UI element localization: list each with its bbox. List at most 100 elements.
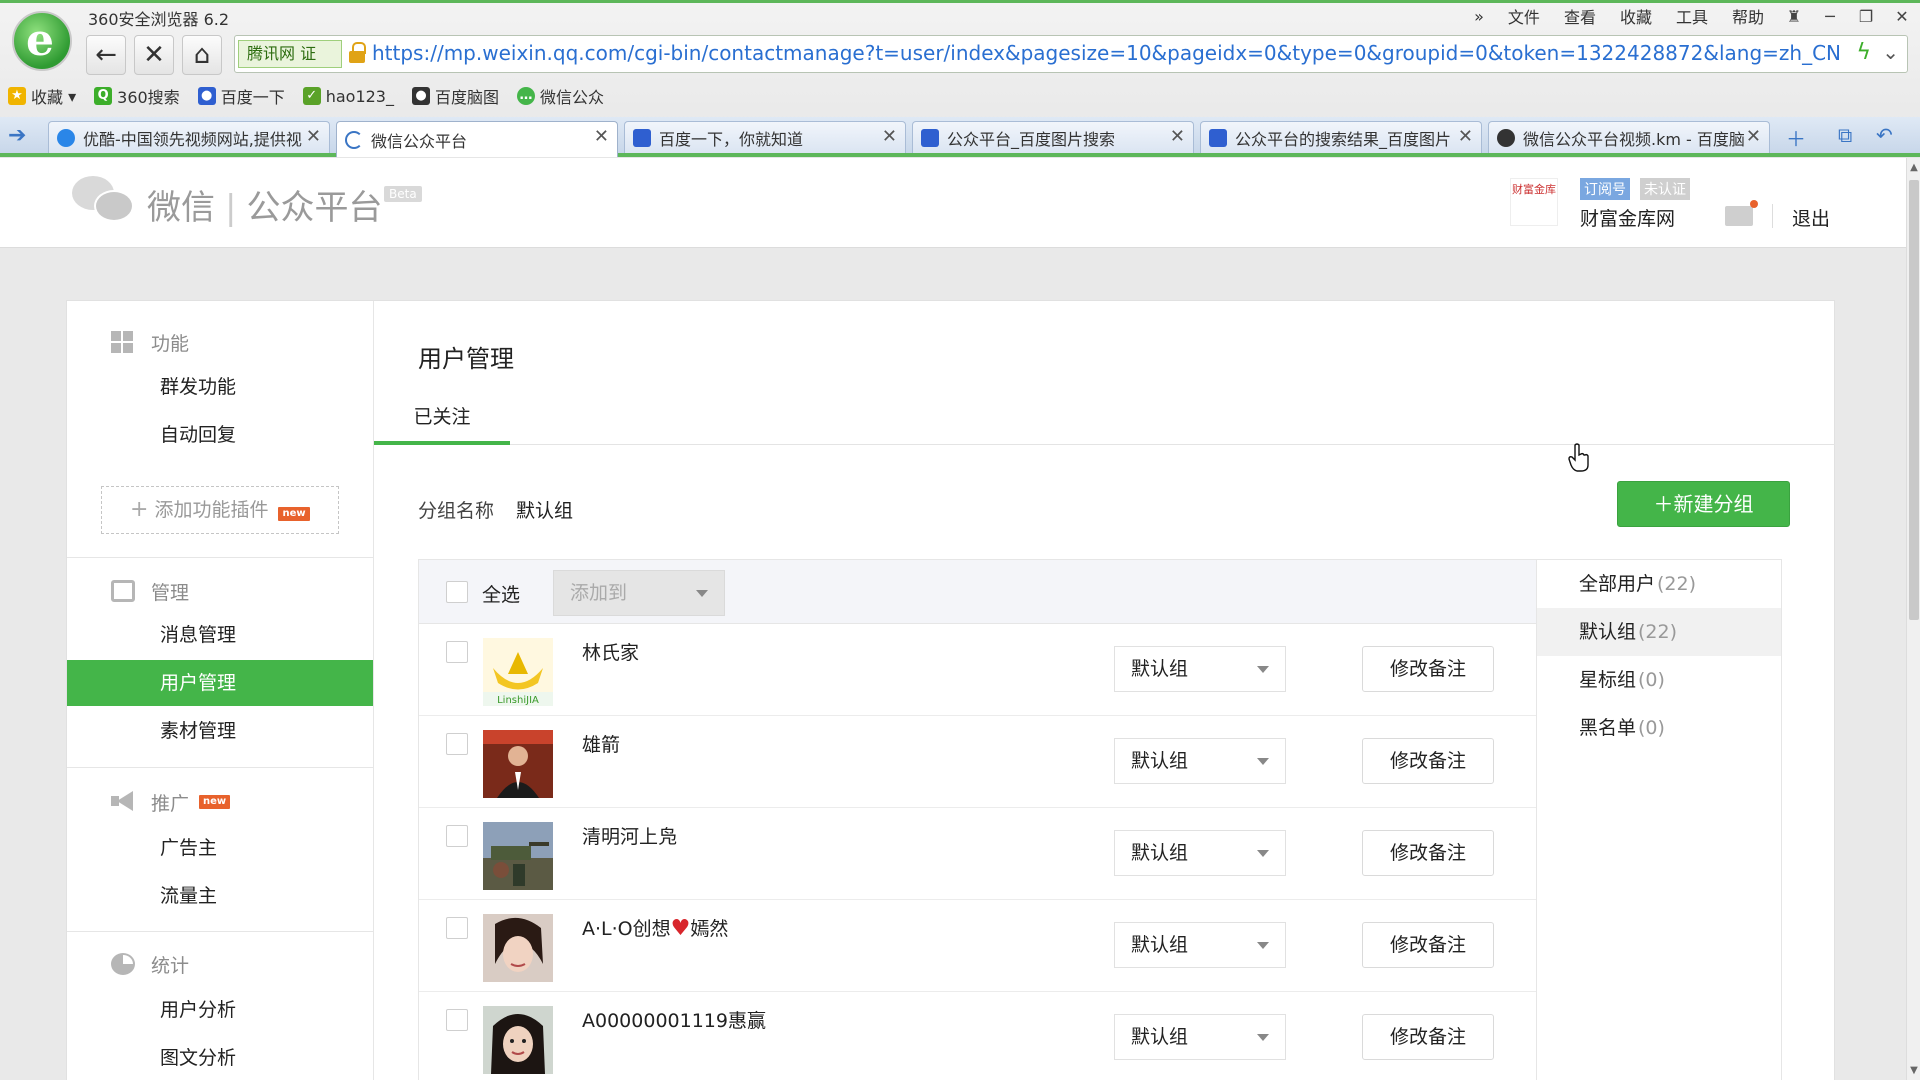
sidebar-item-user-analysis[interactable]: 用户分析 <box>67 987 373 1033</box>
speed-mode-icon[interactable]: ϟ <box>1856 40 1871 65</box>
bookmark-360search[interactable]: Q 360搜索 <box>94 84 180 108</box>
menu-more-icon[interactable]: » <box>1474 7 1484 26</box>
edit-remark-button[interactable]: 修改备注 <box>1362 1014 1494 1060</box>
sidebar-item-user-manage[interactable]: 用户管理 <box>67 660 373 706</box>
subscription-badge: 订阅号 <box>1580 178 1630 200</box>
sidebar-item-traffic-owner[interactable]: 流量主 <box>67 873 373 919</box>
browser-tab[interactable]: 优酷-中国领先视频网站,提供视 ✕ <box>48 121 330 153</box>
group-item-starred[interactable]: 星标组 (0) <box>1537 656 1781 704</box>
edit-remark-button[interactable]: 修改备注 <box>1362 830 1494 876</box>
group-list: 全部用户 (22) 默认组 (22) 星标组 (0) 黑名单 (0) <box>1537 559 1782 1080</box>
user-avatar[interactable] <box>483 1006 553 1074</box>
user-group-select[interactable]: 默认组 <box>1114 646 1286 692</box>
scroll-down-icon[interactable]: ▼ <box>1909 1065 1919 1076</box>
restore-tab-icon[interactable]: ⧉ <box>1838 123 1852 147</box>
restore-icon[interactable]: ❐ <box>1848 7 1884 26</box>
user-avatar[interactable]: LinshiJIA <box>483 638 553 706</box>
wechat-logo-icon[interactable] <box>72 176 136 226</box>
user-group-select[interactable]: 默认组 <box>1114 738 1286 784</box>
user-avatar[interactable] <box>483 730 553 798</box>
user-avatar[interactable] <box>483 914 553 982</box>
page-title: 用户管理 <box>418 345 514 373</box>
user-group-select[interactable]: 默认组 <box>1114 922 1286 968</box>
browser-chrome: e 360安全浏览器 6.2 » 文件 查看 收藏 工具 帮助 ♜ ─ ❐ ✕ … <box>0 0 1920 158</box>
sidebar-item-advertiser[interactable]: 广告主 <box>67 825 373 871</box>
logout-link[interactable]: 退出 <box>1792 204 1830 231</box>
select-all-label[interactable]: 全选 <box>482 580 520 607</box>
tab-close-icon[interactable]: ✕ <box>1170 126 1185 147</box>
account-avatar[interactable]: 财富金库 <box>1510 178 1558 226</box>
browser-tab[interactable]: 公众平台_百度图片搜索 ✕ <box>912 121 1194 153</box>
edit-remark-button[interactable]: 修改备注 <box>1362 738 1494 784</box>
page-scrollbar[interactable]: ▲ ▼ <box>1906 158 1920 1080</box>
skin-icon[interactable]: ♜ <box>1776 7 1812 26</box>
row-checkbox[interactable] <box>446 1009 468 1031</box>
minimize-icon[interactable]: ─ <box>1812 7 1848 26</box>
menu-view[interactable]: 查看 <box>1564 4 1596 28</box>
home-button[interactable]: ⌂ <box>182 35 222 75</box>
site-brand[interactable]: 微信 | 公众平台 <box>147 180 382 229</box>
user-table: 全选 添加到 LinshiJIA 林氏家 默认组 修改备注 雄箭 默认组 修改备… <box>418 559 1537 1080</box>
site-verified-badge[interactable]: 腾讯网 证 <box>238 40 342 68</box>
tab-followed[interactable]: 已关注 <box>374 397 510 445</box>
address-bar[interactable]: 腾讯网 证 https://mp.weixin.qq.com/cgi-bin/c… <box>234 35 1908 73</box>
sidebar-item-material-manage[interactable]: 素材管理 <box>67 708 373 754</box>
user-group-select[interactable]: 默认组 <box>1114 830 1286 876</box>
header-divider <box>1772 204 1773 228</box>
web-page: 微信 | 公众平台 Beta 财富金库 订阅号 未认证 财富金库网 退出 功能 群发… <box>0 158 1906 1080</box>
stop-button[interactable]: ✕ <box>134 35 174 75</box>
url-field[interactable]: https://mp.weixin.qq.com/cgi-bin/contact… <box>372 41 1841 65</box>
account-name[interactable]: 财富金库网 <box>1580 204 1675 231</box>
edit-remark-button[interactable]: 修改备注 <box>1362 922 1494 968</box>
menu-tools[interactable]: 工具 <box>1676 4 1708 28</box>
browser-tab-active[interactable]: 微信公众平台 ✕ <box>336 121 618 157</box>
tab-close-icon[interactable]: ✕ <box>1458 126 1473 147</box>
user-group-select[interactable]: 默认组 <box>1114 1014 1286 1060</box>
browser-tab[interactable]: 微信公众平台视频.km - 百度脑 ✕ <box>1488 121 1770 153</box>
new-group-button[interactable]: ＋新建分组 <box>1617 481 1790 527</box>
caret-down-icon <box>1257 942 1269 949</box>
group-item-default[interactable]: 默认组 (22) <box>1537 608 1781 656</box>
close-window-icon[interactable]: ✕ <box>1884 7 1920 26</box>
select-all-checkbox[interactable] <box>446 581 468 603</box>
mail-icon[interactable] <box>1725 200 1758 226</box>
caret-down-icon <box>1257 850 1269 857</box>
chevron-down-icon[interactable]: ⌄ <box>1882 40 1899 64</box>
menu-help[interactable]: 帮助 <box>1732 4 1764 28</box>
group-item-all-users[interactable]: 全部用户 (22) <box>1537 560 1781 608</box>
tab-close-icon[interactable]: ✕ <box>594 126 609 147</box>
row-checkbox[interactable] <box>446 641 468 663</box>
add-plugin-button[interactable]: + 添加功能插件 new <box>101 486 339 534</box>
scroll-thumb[interactable] <box>1909 180 1919 620</box>
bookmark-hao123[interactable]: ✓ hao123_ <box>302 87 394 106</box>
undo-close-icon[interactable]: ↶ <box>1876 123 1893 147</box>
sidebar-item-article-analysis[interactable]: 图文分析 <box>67 1035 373 1080</box>
tab-close-icon[interactable]: ✕ <box>1746 126 1761 147</box>
sidebar-item-message-manage[interactable]: 消息管理 <box>67 612 373 658</box>
user-avatar[interactable] <box>483 822 553 890</box>
bookmark-baidu[interactable]: ● 百度一下 <box>197 84 285 108</box>
menu-file[interactable]: 文件 <box>1508 4 1540 28</box>
menu-favorites[interactable]: 收藏 <box>1620 4 1652 28</box>
browser-tab[interactable]: 公众平台的搜索结果_百度图片 ✕ <box>1200 121 1482 153</box>
back-button[interactable]: ← <box>86 35 126 75</box>
row-checkbox[interactable] <box>446 825 468 847</box>
bookmark-favorites[interactable]: ★ 收藏 ▾ <box>8 84 76 108</box>
row-checkbox[interactable] <box>446 917 468 939</box>
scroll-up-icon[interactable]: ▲ <box>1909 162 1919 173</box>
baidu-paw-icon <box>633 128 651 147</box>
tab-close-icon[interactable]: ✕ <box>882 126 897 147</box>
sidebar-item-mass-send[interactable]: 群发功能 <box>67 364 373 410</box>
row-checkbox[interactable] <box>446 733 468 755</box>
tab-list-icon[interactable]: ➔ <box>8 123 26 148</box>
sidebar-item-auto-reply[interactable]: 自动回复 <box>67 412 373 458</box>
tab-close-icon[interactable]: ✕ <box>306 126 321 147</box>
bookmark-weixin[interactable]: … 微信公众 <box>517 84 604 108</box>
browser-tab[interactable]: 百度一下，你就知道 ✕ <box>624 121 906 153</box>
caret-down-icon <box>1257 666 1269 673</box>
new-tab-icon[interactable]: ＋ <box>1786 123 1806 152</box>
bookmark-baidu-naotu[interactable]: ● 百度脑图 <box>411 84 499 108</box>
add-to-group-select[interactable]: 添加到 <box>553 570 725 616</box>
edit-remark-button[interactable]: 修改备注 <box>1362 646 1494 692</box>
group-item-blacklist[interactable]: 黑名单 (0) <box>1537 704 1781 752</box>
